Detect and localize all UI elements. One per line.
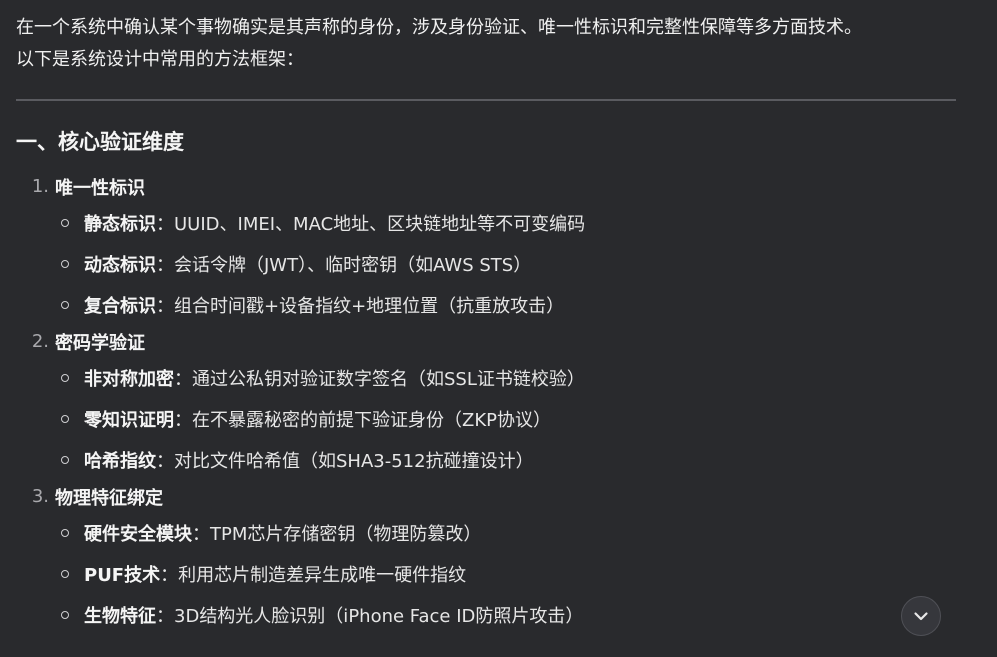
- intro-line-1: 在一个系统中确认某个事物确实是其声称的身份，涉及身份验证、唯一性标识和完整性保障…: [16, 17, 862, 38]
- list-item-header: 3. 物理特征绑定: [16, 480, 956, 513]
- item-separator: ：: [156, 605, 174, 627]
- chevron-down-icon: [914, 612, 928, 621]
- list-item-title: 物理特征绑定: [55, 487, 163, 509]
- list-item-header: 2. 密码学验证: [16, 325, 956, 358]
- list-item-header: 1. 唯一性标识: [16, 170, 956, 203]
- sub-list-item: 静态标识： UUID、IMEI、MAC地址、区块链地址等不可变编码: [61, 203, 956, 244]
- hollow-bullet-icon: [61, 374, 69, 383]
- intro-line-2: 以下是系统设计中常用的方法框架：: [16, 49, 304, 70]
- item-separator: ：: [160, 565, 179, 587]
- horizontal-divider: [16, 99, 956, 101]
- sub-list-item: 生物特征： 3D结构光人脸识别（iPhone Face ID防照片攻击）: [61, 595, 956, 636]
- sub-list-item: PUF技术：利用芯片制造差异生成唯一硬件指纹: [61, 554, 956, 595]
- item-term: 非对称加密: [84, 369, 174, 391]
- item-description: 在不暴露秘密的前提下验证身份（ZKP协议）: [192, 410, 551, 432]
- item-description: 通过公私钥对验证数字签名（如SSL证书链校验）: [192, 369, 585, 391]
- hollow-bullet-icon: [61, 260, 69, 269]
- item-term: 生物特征: [84, 605, 156, 627]
- hollow-bullet-icon: [61, 219, 69, 228]
- item-description: 3D结构光人脸识别（iPhone Face ID防照片攻击）: [174, 605, 584, 627]
- item-separator: ：: [156, 255, 174, 277]
- list-number: 3.: [31, 486, 49, 508]
- item-description: 利用芯片制造差异生成唯一硬件指纹: [178, 565, 467, 587]
- scroll-to-bottom-button[interactable]: [901, 596, 941, 636]
- list-item: 3. 物理特征绑定 硬件安全模块： TPM芯片存储密钥（物理防篡改） PUF技术：…: [16, 480, 956, 635]
- sub-list-item: 零知识证明：在不暴露秘密的前提下验证身份（ZKP协议）: [61, 399, 956, 440]
- message-content: 在一个系统中确认某个事物确实是其声称的身份，涉及身份验证、唯一性标识和完整性保障…: [16, 0, 956, 635]
- item-description: UUID、IMEI、MAC地址、区块链地址等不可变编码: [174, 214, 586, 236]
- item-description: TPM芯片存储密钥（物理防篡改）: [210, 524, 482, 546]
- hollow-bullet-icon: [61, 610, 69, 619]
- item-term: 复合标识: [84, 295, 156, 317]
- verification-dimension-list: 1. 唯一性标识 静态标识： UUID、IMEI、MAC地址、区块链地址等不可变编…: [16, 170, 956, 635]
- hollow-bullet-icon: [61, 570, 69, 579]
- item-separator: ：: [156, 295, 174, 317]
- item-separator: ：: [156, 214, 174, 236]
- item-term: 零知识证明: [84, 410, 174, 432]
- section-heading: 一、核心验证维度: [16, 130, 184, 154]
- item-separator: ：: [192, 524, 210, 546]
- item-term: 哈希指纹: [84, 450, 156, 472]
- list-item-title: 密码学验证: [55, 332, 145, 354]
- hollow-bullet-icon: [61, 529, 69, 538]
- intro-paragraph: 在一个系统中确认某个事物确实是其声称的身份，涉及身份验证、唯一性标识和完整性保障…: [16, 0, 956, 76]
- item-description: 会话令牌（JWT）、临时密钥（如AWS STS）: [174, 255, 532, 277]
- sub-list-item: 动态标识：会话令牌（JWT）、临时密钥（如AWS STS）: [61, 244, 956, 285]
- item-description: 组合时间戳+设备指纹+地理位置（抗重放攻击）: [174, 295, 565, 317]
- item-separator: ：: [174, 410, 192, 432]
- item-separator: ：: [156, 450, 174, 472]
- item-term: 静态标识: [84, 214, 156, 236]
- list-number: 1.: [31, 176, 49, 197]
- list-item-title: 唯一性标识: [55, 177, 145, 199]
- sub-list-item: 复合标识：组合时间戳+设备指纹+地理位置（抗重放攻击）: [61, 284, 956, 325]
- item-term: 硬件安全模块: [84, 524, 192, 546]
- item-separator: ：: [174, 369, 192, 391]
- sub-list: 非对称加密：通过公私钥对验证数字签名（如SSL证书链校验） 零知识证明：在不暴露…: [16, 358, 956, 480]
- sub-list: 静态标识： UUID、IMEI、MAC地址、区块链地址等不可变编码 动态标识：会话…: [16, 203, 956, 325]
- hollow-bullet-icon: [61, 415, 69, 424]
- item-description: 对比文件哈希值（如SHA3-512抗碰撞设计）: [174, 450, 534, 472]
- list-item: 2. 密码学验证 非对称加密：通过公私钥对验证数字签名（如SSL证书链校验） 零…: [16, 325, 956, 480]
- sub-list-item: 哈希指纹：对比文件哈希值（如SHA3-512抗碰撞设计）: [61, 439, 956, 480]
- list-number: 2.: [31, 331, 49, 353]
- sub-list-item: 硬件安全模块： TPM芯片存储密钥（物理防篡改）: [61, 513, 956, 554]
- sub-list: 硬件安全模块： TPM芯片存储密钥（物理防篡改） PUF技术：利用芯片制造差异生成…: [16, 513, 956, 635]
- sub-list-item: 非对称加密：通过公私钥对验证数字签名（如SSL证书链校验）: [61, 358, 956, 399]
- hollow-bullet-icon: [61, 455, 69, 464]
- item-term: PUF技术: [84, 565, 161, 587]
- list-item: 1. 唯一性标识 静态标识： UUID、IMEI、MAC地址、区块链地址等不可变编…: [16, 170, 956, 325]
- hollow-bullet-icon: [61, 300, 69, 309]
- item-term: 动态标识: [84, 255, 156, 277]
